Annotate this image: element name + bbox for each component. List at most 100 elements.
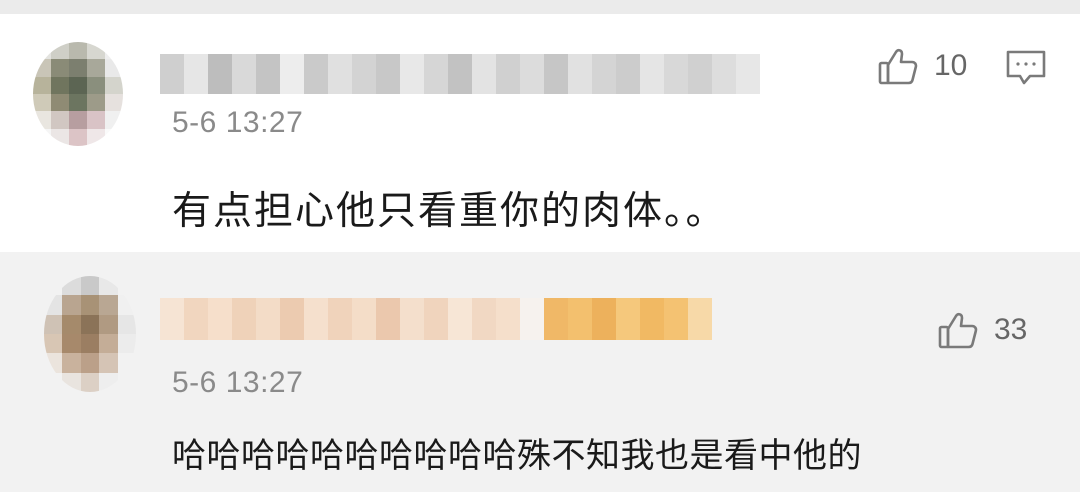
avatar-mosaic-tile bbox=[80, 295, 100, 315]
comment-timestamp: 5-6 13:27 bbox=[172, 106, 304, 139]
username-mosaic-tile bbox=[376, 54, 400, 94]
username-mosaic-tile bbox=[400, 54, 424, 94]
avatar-mosaic-tile bbox=[33, 42, 51, 60]
avatar-mosaic-tile bbox=[99, 353, 118, 373]
username-mosaic-tile bbox=[520, 298, 544, 340]
avatar-mosaic-tile bbox=[99, 295, 118, 315]
avatar-mosaic-tile bbox=[33, 59, 51, 77]
avatar-mosaic-tile bbox=[69, 76, 87, 94]
avatar-mosaic-tile bbox=[62, 334, 81, 354]
avatar-mosaic-tile bbox=[51, 111, 69, 129]
username-mosaic-tile bbox=[160, 54, 184, 94]
username-mosaic-tile bbox=[712, 298, 736, 340]
username-mosaic-tile bbox=[688, 54, 712, 94]
like-count: 33 bbox=[994, 313, 1028, 346]
username-mosaic-tile bbox=[688, 298, 712, 340]
reply-button[interactable] bbox=[1004, 48, 1048, 88]
avatar-mosaic-tile bbox=[99, 314, 118, 334]
username-mosaic-tile bbox=[232, 54, 256, 94]
username-mosaic-tile bbox=[280, 54, 304, 94]
avatar-mosaic-tile bbox=[87, 76, 105, 94]
comment-timestamp: 5-6 13:27 bbox=[172, 366, 304, 399]
avatar-mosaic-tile bbox=[87, 111, 105, 129]
avatar-mosaic-tile bbox=[44, 314, 63, 334]
username-mosaic-tile bbox=[160, 298, 184, 340]
username-mosaic-tile bbox=[424, 298, 448, 340]
avatar-mosaic-tile bbox=[105, 94, 123, 112]
avatar-mosaic-tile bbox=[51, 76, 69, 94]
username-mosaic-tile bbox=[448, 298, 472, 340]
username-mosaic-tile bbox=[280, 298, 304, 340]
username-mosaic-tile bbox=[472, 54, 496, 94]
username-blurred[interactable] bbox=[160, 298, 760, 340]
like-button[interactable]: 10 bbox=[876, 44, 967, 88]
comment-item: 5-6 13:27 哈哈哈哈哈哈哈哈哈哈殊不知我也是看中他的 33 bbox=[0, 264, 1080, 492]
username-mosaic-tile bbox=[304, 298, 328, 340]
username-mosaic-tile bbox=[496, 298, 520, 340]
username-mosaic-tile bbox=[736, 54, 760, 94]
username-blurred[interactable] bbox=[160, 54, 760, 94]
username-mosaic-tile bbox=[208, 54, 232, 94]
username-mosaic-tile bbox=[304, 54, 328, 94]
avatar-mosaic-tile bbox=[69, 42, 87, 60]
username-mosaic-tile bbox=[640, 298, 664, 340]
username-mosaic-tile bbox=[400, 298, 424, 340]
username-mosaic-tile bbox=[592, 298, 616, 340]
username-mosaic-tile bbox=[520, 54, 544, 94]
avatar-mosaic-tile bbox=[62, 295, 81, 315]
avatar-mosaic-tile bbox=[51, 128, 69, 146]
username-mosaic-tile bbox=[472, 298, 496, 340]
avatar-mosaic-tile bbox=[69, 59, 87, 77]
comment-text: 哈哈哈哈哈哈哈哈哈哈殊不知我也是看中他的 bbox=[172, 436, 862, 476]
username-mosaic-tile bbox=[664, 298, 688, 340]
like-button[interactable]: 33 bbox=[936, 308, 1027, 352]
avatar-mosaic-tile bbox=[105, 59, 123, 77]
username-mosaic-tile bbox=[256, 298, 280, 340]
avatar-mosaic-tile bbox=[87, 94, 105, 112]
comment-text: 有点担心他只看重你的肉体。。 bbox=[172, 189, 727, 234]
avatar-mosaic-tile bbox=[87, 59, 105, 77]
avatar-mosaic-tile bbox=[51, 94, 69, 112]
username-mosaic-tile bbox=[568, 298, 592, 340]
avatar-mosaic-tile bbox=[87, 128, 105, 146]
avatar-mosaic-tile bbox=[69, 111, 87, 129]
comment-bubble-icon bbox=[1006, 50, 1046, 85]
username-mosaic-tile bbox=[424, 54, 448, 94]
avatar-mosaic-tile bbox=[69, 94, 87, 112]
avatar-mosaic-tile bbox=[87, 42, 105, 60]
avatar-mosaic-tile bbox=[33, 128, 51, 146]
username-mosaic-tile bbox=[352, 54, 376, 94]
username-mosaic-tile bbox=[328, 298, 352, 340]
avatar-mosaic-tile bbox=[117, 353, 136, 373]
username-mosaic-tile bbox=[712, 54, 736, 94]
avatar-mosaic-tile bbox=[105, 128, 123, 146]
avatar-mosaic-tile bbox=[33, 111, 51, 129]
username-mosaic-tile bbox=[568, 54, 592, 94]
avatar-mosaic-tile bbox=[117, 372, 136, 392]
username-mosaic-tile bbox=[616, 298, 640, 340]
top-divider bbox=[0, 0, 1080, 14]
avatar-mosaic-tile bbox=[44, 295, 63, 315]
avatar-mosaic-tile bbox=[69, 128, 87, 146]
avatar-mosaic-tile bbox=[80, 353, 100, 373]
username-mosaic-tile bbox=[208, 298, 232, 340]
avatar-mosaic-tile bbox=[44, 276, 63, 296]
avatar[interactable] bbox=[44, 276, 136, 392]
avatar[interactable] bbox=[33, 42, 123, 146]
avatar-mosaic-tile bbox=[80, 334, 100, 354]
username-mosaic-tile bbox=[496, 54, 520, 94]
avatar-mosaic-tile bbox=[44, 372, 63, 392]
avatar-mosaic-tile bbox=[62, 314, 81, 334]
like-count: 10 bbox=[934, 49, 968, 82]
username-mosaic-tile bbox=[184, 298, 208, 340]
avatar-mosaic-tile bbox=[99, 334, 118, 354]
username-mosaic-tile bbox=[544, 54, 568, 94]
username-mosaic-tile bbox=[664, 54, 688, 94]
avatar-mosaic-tile bbox=[99, 372, 118, 392]
avatar-mosaic-tile bbox=[33, 76, 51, 94]
avatar-mosaic-tile bbox=[44, 334, 63, 354]
avatar-mosaic-tile bbox=[117, 314, 136, 334]
avatar-mosaic-tile bbox=[117, 276, 136, 296]
username-mosaic-tile bbox=[736, 298, 760, 340]
avatar-mosaic-tile bbox=[105, 42, 123, 60]
